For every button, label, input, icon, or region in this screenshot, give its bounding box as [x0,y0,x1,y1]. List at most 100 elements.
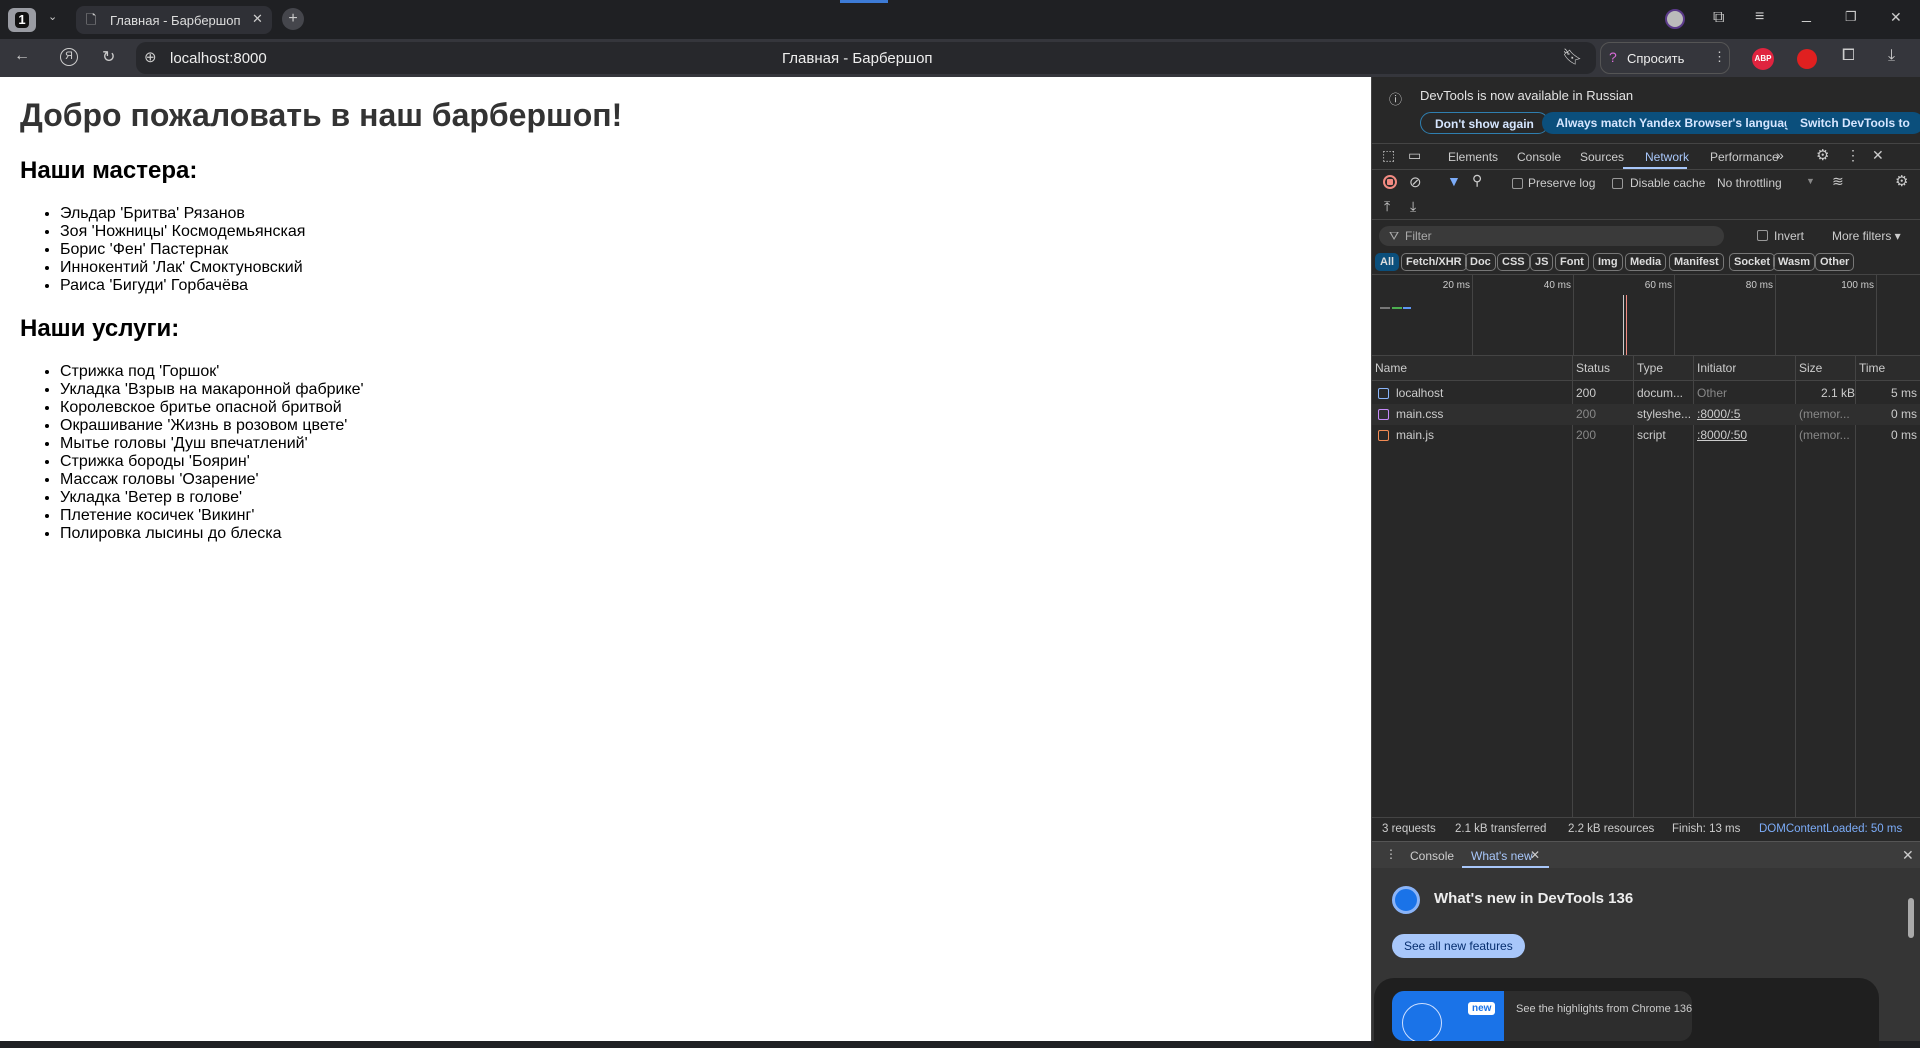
record-icon[interactable] [1383,175,1397,189]
tab-network[interactable]: Network [1645,150,1689,164]
export-har-icon[interactable]: ⤓ [1410,198,1416,215]
type-chip-fetchxhr[interactable]: Fetch/XHR [1401,253,1467,271]
clear-icon[interactable]: ⊘ [1409,173,1422,191]
type-chip-socket[interactable]: Socket [1729,253,1776,271]
bookmarks-icon[interactable]: ⧉ [1713,9,1724,27]
column-header-time[interactable]: Time [1859,356,1885,380]
inspect-icon[interactable]: ⬚ [1382,147,1395,164]
url-field[interactable]: ⊕ localhost:8000 Главная - Барбершоп 🔖︎ [136,42,1596,74]
type-chip-wasm[interactable]: Wasm [1773,253,1815,271]
new-tab-button[interactable]: + [282,8,304,30]
always-match-language-button[interactable]: Always match Yandex Browser's language [1542,112,1813,134]
tab-strip: 1 ⌄ 🗋 Главная - Барбершоп ✕ + ⧉ ≡ _ ❐ ✕ [0,0,1920,39]
close-whats-new-icon[interactable]: ✕ [1530,848,1540,862]
disable-cache-checkbox[interactable] [1612,178,1623,189]
type-chip-all[interactable]: All [1375,253,1400,271]
timeline-overview[interactable]: 20 ms 40 ms 60 ms 80 ms 100 ms [1372,275,1920,355]
services-heading: Наши услуги: [20,315,180,342]
more-icon[interactable]: ⋮ [1713,49,1726,65]
throttling-select[interactable]: No throttling [1717,176,1782,190]
video-thumbnail: new [1392,991,1504,1041]
cell-time: 0 ms [1890,407,1917,421]
more-filters-dropdown[interactable]: More filters ▾ [1832,229,1901,243]
cell-initiator: Other [1697,386,1728,400]
request-row[interactable]: main.css 200 styleshe...:8000/:5 (memor... 0… [1372,404,1920,425]
minimize-icon[interactable]: _ [1802,6,1811,24]
drawer-menu-icon[interactable]: ⋮ [1385,847,1397,861]
column-header-initiator[interactable]: Initiator [1697,356,1736,380]
page-heading: Добро пожаловать в наш барбершоп! [20,97,623,133]
list-item: Плетение косичек 'Викинг' [60,507,364,525]
device-toolbar-icon[interactable]: ▭ [1408,147,1421,164]
type-chip-doc[interactable]: Doc [1465,253,1496,271]
column-header-type[interactable]: Type [1637,356,1663,380]
extension-icon[interactable] [1797,49,1817,69]
drawer-tab-whats-new[interactable]: What's new [1471,849,1533,863]
cell-initiator[interactable]: :8000/:50 [1697,425,1793,446]
type-chip-js[interactable]: JS [1530,253,1554,271]
ask-button[interactable]: ? Спросить ⋮ [1600,42,1730,74]
invert-checkbox[interactable] [1757,230,1768,241]
filter-input[interactable]: ⛛ Filter [1379,226,1724,246]
close-drawer-icon[interactable]: ✕ [1902,847,1914,864]
adblock-icon[interactable]: ABP [1752,48,1774,70]
request-bar [1403,307,1411,309]
type-chip-manifest[interactable]: Manifest [1669,253,1724,271]
scrollbar-thumb[interactable] [1908,898,1914,938]
network-conditions-icon[interactable]: ≋ [1832,173,1844,190]
back-icon[interactable]: ← [14,47,30,65]
bookmark-icon[interactable]: 🔖︎ [1562,47,1582,67]
menu-icon[interactable]: ≡ [1755,8,1764,26]
tab-elements[interactable]: Elements [1448,150,1498,164]
dont-show-again-button[interactable]: Don't show again [1420,112,1549,134]
network-settings-icon[interactable]: ⚙ [1895,172,1908,190]
type-chip-media[interactable]: Media [1625,253,1667,271]
tab-console[interactable]: Console [1517,150,1561,164]
close-tab-icon[interactable]: ✕ [252,11,263,27]
more-tabs-icon[interactable]: » [1776,147,1784,163]
type-chip-other[interactable]: Other [1815,253,1855,271]
preserve-log-checkbox[interactable] [1512,178,1523,189]
tab-sources[interactable]: Sources [1580,150,1624,164]
chevron-down-icon[interactable]: ⌄ [48,10,57,23]
reload-icon[interactable]: ↻ [102,47,115,67]
more-options-icon[interactable]: ⋮ [1846,147,1860,164]
restore-icon[interactable]: ❐ [1845,9,1857,25]
settings-icon[interactable]: ⚙ [1816,146,1829,164]
chrome-devtools-icon [1392,886,1420,914]
timeline-tick-label: 100 ms [1841,280,1874,291]
new-badge: new [1468,1002,1496,1015]
switch-devtools-button[interactable]: Switch DevTools to [1786,112,1920,134]
yandex-icon[interactable]: Я [60,48,78,66]
column-header-name[interactable]: Name [1375,356,1407,380]
tab-count-button[interactable]: 1 [8,8,36,32]
cell-type: styleshe... [1637,407,1692,421]
highlights-card[interactable]: new See the highlights from Chrome 136 [1392,991,1692,1041]
ask-icon: ? [1609,49,1617,65]
request-row[interactable]: localhost 200 docum... Other 2.1 kB 5 ms [1372,383,1920,404]
type-chip-img[interactable]: Img [1593,253,1623,271]
column-header-size[interactable]: Size [1799,356,1822,380]
close-devtools-icon[interactable]: ✕ [1872,147,1884,164]
request-row[interactable]: main.js 200 script:8000/:50 (memor... 0 ms [1372,425,1920,446]
tab-performance[interactable]: Performance [1710,150,1779,164]
type-chip-font[interactable]: Font [1555,253,1589,271]
filter-funnel-icon: ⛛ [1389,229,1400,243]
request-bar [1380,307,1390,309]
close-window-icon[interactable]: ✕ [1890,9,1902,26]
import-har-icon[interactable]: ⤒ [1384,198,1390,215]
drawer-tab-console[interactable]: Console [1410,849,1454,863]
download-icon[interactable]: ⤓ [1888,47,1895,65]
see-all-features-button[interactable]: See all new features [1392,934,1525,958]
timeline-gridline [1573,275,1574,355]
search-icon[interactable]: ⚲ [1472,172,1482,189]
extensions-icon[interactable]: ⧠ [1842,47,1855,65]
column-header-status[interactable]: Status [1576,356,1610,380]
list-item: Раиса 'Бигуди' Горбачёва [60,277,305,295]
type-chip-css[interactable]: CSS [1497,253,1530,271]
cell-initiator[interactable]: :8000/:5 [1697,404,1793,425]
load-event-marker [1626,295,1627,355]
profile-avatar[interactable] [1665,9,1685,29]
browser-tab[interactable]: 🗋 Главная - Барбершоп ✕ [76,6,272,34]
filter-icon[interactable]: ▼ [1447,173,1461,189]
